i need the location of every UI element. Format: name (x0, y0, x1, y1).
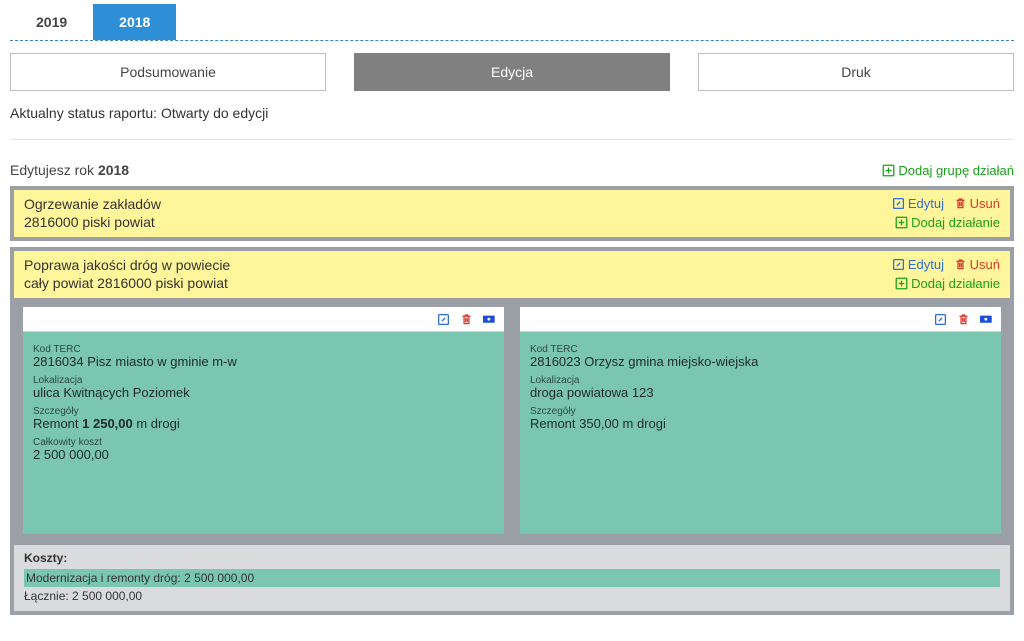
edit-label: Edytuj (908, 257, 944, 272)
status-line: Aktualny status raportu: Otwarty do edyc… (10, 105, 1014, 140)
terc-value: 2816034 Pisz miasto w gminie m-w (33, 354, 494, 369)
card-edit-icon[interactable] (437, 311, 450, 327)
costs-title: Koszty: (24, 551, 1000, 565)
edit-year-text: Edytujesz rok 2018 (10, 162, 129, 178)
details-prefix: Remont (33, 416, 82, 431)
trash-icon (954, 257, 967, 272)
delete-group-button[interactable]: Usuń (954, 257, 1000, 272)
year-tabs: 2019 2018 (10, 4, 1014, 41)
plus-square-icon (895, 276, 908, 291)
mode-row: Podsumowanie Edycja Druk (10, 53, 1014, 91)
group-actions: Edytuj Usuń Dodaj działanie (886, 196, 1000, 231)
edit-label: Edytuj (908, 196, 944, 211)
edit-group-button[interactable]: Edytuj (892, 196, 944, 211)
group-title-line2: 2816000 piski powiat (24, 214, 161, 232)
cost-value: 2 500 000,00 (33, 447, 494, 462)
status-value: Otwarty do edycji (161, 105, 268, 121)
card-toolbar (23, 307, 504, 332)
group-actions: Edytuj Usuń Dodaj działanie (886, 257, 1000, 292)
edit-year-value: 2018 (98, 162, 129, 178)
edit-icon (892, 196, 905, 211)
details-suffix: m drogi (133, 416, 180, 431)
add-group-button[interactable]: Dodaj grupę działań (882, 163, 1014, 178)
add-action-label: Dodaj działanie (911, 276, 1000, 291)
add-action-label: Dodaj działanie (911, 215, 1000, 230)
mode-edit-button[interactable]: Edycja (354, 53, 670, 91)
card-money-icon[interactable] (980, 311, 993, 327)
group-drogi: Poprawa jakości dróg w powiecie cały pow… (10, 247, 1014, 615)
group-title: Ogrzewanie zakładów 2816000 piski powiat (24, 196, 161, 231)
plus-square-icon (895, 215, 908, 230)
card-delete-icon[interactable] (460, 311, 473, 327)
loc-value: ulica Kwitnących Poziomek (33, 385, 494, 400)
cards-row: Kod TERC 2816034 Pisz miasto w gminie m-… (14, 298, 1010, 543)
tab-year-2018[interactable]: 2018 (93, 4, 176, 40)
delete-label: Usuń (970, 257, 1000, 272)
delete-label: Usuń (970, 196, 1000, 211)
edit-year-prefix: Edytujesz rok (10, 162, 98, 178)
costs-bar: Modernizacja i remonty dróg: 2 500 000,0… (24, 569, 1000, 587)
mode-summary-button[interactable]: Podsumowanie (10, 53, 326, 91)
group-header: Poprawa jakości dróg w powiecie cały pow… (14, 251, 1010, 298)
costs-footer: Koszty: Modernizacja i remonty dróg: 2 5… (14, 543, 1010, 611)
card-body: Kod TERC 2816034 Pisz miasto w gminie m-… (23, 332, 504, 534)
group-title-line2: cały powiat 2816000 piski powiat (24, 275, 230, 293)
add-group-label: Dodaj grupę działań (898, 163, 1014, 178)
group-title-line1: Ogrzewanie zakładów (24, 196, 161, 214)
trash-icon (954, 196, 967, 211)
card-edit-icon[interactable] (934, 311, 947, 327)
edit-year-row: Edytujesz rok 2018 Dodaj grupę działań (10, 162, 1014, 178)
costs-total: Łącznie: 2 500 000,00 (24, 589, 1000, 603)
details-value: Remont 1 250,00 m drogi (33, 416, 494, 431)
loc-value: droga powiatowa 123 (530, 385, 991, 400)
card-body: Kod TERC 2816023 Orzysz gmina miejsko-wi… (520, 332, 1001, 503)
action-card: Kod TERC 2816023 Orzysz gmina miejsko-wi… (519, 306, 1002, 535)
card-delete-icon[interactable] (957, 311, 970, 327)
details-bold: 1 250,00 (82, 416, 133, 431)
plus-square-icon (882, 163, 895, 178)
add-action-button[interactable]: Dodaj działanie (895, 276, 1000, 291)
details-value: Remont 350,00 m drogi (530, 416, 991, 431)
add-action-button[interactable]: Dodaj działanie (895, 215, 1000, 230)
edit-icon (892, 257, 905, 272)
mode-print-button[interactable]: Druk (698, 53, 1014, 91)
card-toolbar (520, 307, 1001, 332)
status-label: Aktualny status raportu: (10, 105, 157, 121)
edit-group-button[interactable]: Edytuj (892, 257, 944, 272)
terc-value: 2816023 Orzysz gmina miejsko-wiejska (530, 354, 991, 369)
group-ogrzewanie: Ogrzewanie zakładów 2816000 piski powiat… (10, 186, 1014, 241)
card-money-icon[interactable] (483, 311, 496, 327)
group-header: Ogrzewanie zakładów 2816000 piski powiat… (14, 190, 1010, 237)
group-title: Poprawa jakości dróg w powiecie cały pow… (24, 257, 230, 292)
group-title-line1: Poprawa jakości dróg w powiecie (24, 257, 230, 275)
tab-year-2019[interactable]: 2019 (10, 4, 93, 40)
delete-group-button[interactable]: Usuń (954, 196, 1000, 211)
action-card: Kod TERC 2816034 Pisz miasto w gminie m-… (22, 306, 505, 535)
